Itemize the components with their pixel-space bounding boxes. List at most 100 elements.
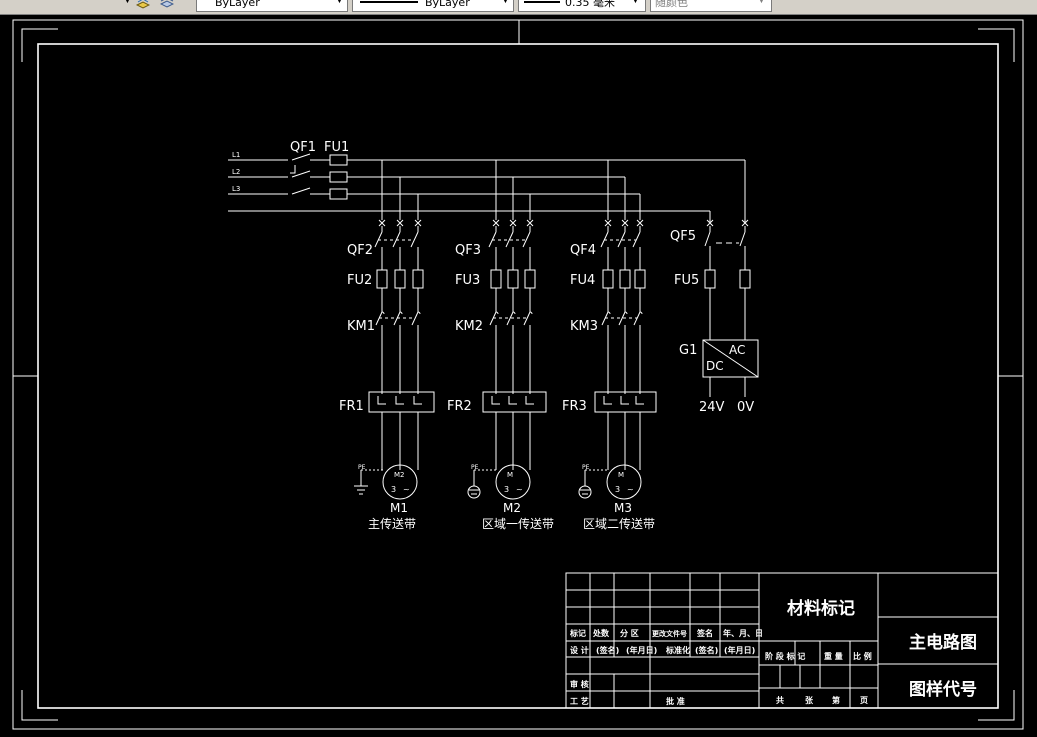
color-value: ByLayer xyxy=(215,0,260,9)
fuse xyxy=(394,269,406,289)
breaker-x-mark xyxy=(396,219,404,227)
motor-label: M3 xyxy=(614,501,632,515)
design-label: 设 计 xyxy=(570,645,589,655)
rev-header-sign: 签名 xyxy=(696,628,713,638)
wire-label-l3: L3 xyxy=(232,185,240,193)
thermal-element xyxy=(508,396,517,405)
wire-label-l1: L1 xyxy=(232,151,240,159)
0v-label: 0V xyxy=(737,400,754,415)
contactor-label: KM3 xyxy=(570,319,598,334)
breaker-x-mark xyxy=(378,219,386,227)
rev-header-count: 处数 xyxy=(592,628,610,638)
fuse-label: FU3 xyxy=(455,273,480,288)
breaker-contact xyxy=(410,231,419,248)
thermal-element xyxy=(491,396,500,405)
design-signature: (签名) xyxy=(596,645,619,655)
main-fuse-label: FU1 xyxy=(324,140,349,155)
fuse-label: FU4 xyxy=(570,273,595,288)
sheets-total-label: 共 xyxy=(776,695,784,705)
review-label: 审 核 xyxy=(570,679,589,689)
branch-3: QF4FU4KM3FR3M3 ~PEM3区域二传送带 xyxy=(562,219,657,531)
24v-label: 24V xyxy=(699,400,725,415)
motor-description: 主传送带 xyxy=(368,516,416,531)
contactor-contact xyxy=(411,311,419,326)
design-date: (年月日) xyxy=(626,645,657,655)
plotstyle-value: 随颜色 xyxy=(655,0,688,9)
thermal-element xyxy=(635,396,644,405)
pe-label: PE xyxy=(358,464,366,471)
fuse xyxy=(634,269,646,289)
breaker-label: QF2 xyxy=(347,243,373,258)
motor-tilde: ~ xyxy=(516,485,523,494)
rev-header-date: 年、月、日 xyxy=(723,628,763,638)
dropdown-arrow-icon[interactable]: ▼ xyxy=(124,0,131,5)
fu1-fuse-3 xyxy=(329,188,348,200)
fuse xyxy=(524,269,536,289)
branch-2: QF3 FU3 KM2 FR2 M 3 ~ PE M2区域一传送带 xyxy=(447,219,554,531)
g1-label: G1 xyxy=(679,343,697,358)
thermal-element xyxy=(377,396,386,405)
drawing-canvas[interactable]: L1 L2 L3 QF1 FU1 QF2 FU2 KM1 FR1 M2 3 ~ PE M1主传送… xyxy=(0,14,1037,737)
contactor-label: KM1 xyxy=(347,319,375,334)
chevron-down-icon[interactable]: ▼ xyxy=(632,0,639,5)
wire-labels: L1 L2 L3 xyxy=(232,151,240,193)
fu1-fuse-2 xyxy=(329,171,348,183)
motor-phase: 3 xyxy=(615,485,620,494)
ground-symbol xyxy=(467,485,481,499)
fuse-label: FU2 xyxy=(347,273,372,288)
material-mark: 材料标记 xyxy=(787,598,855,619)
sheet-no-label: 第 xyxy=(832,695,840,705)
plotstyle-select[interactable]: 随颜色 xyxy=(650,0,772,12)
wire-label-l2: L2 xyxy=(232,168,240,176)
thermal-element xyxy=(603,396,612,405)
motor-tilde: ~ xyxy=(627,485,634,494)
linetype-sample xyxy=(360,1,418,3)
fu1-fuse-1 xyxy=(329,154,348,166)
title-block-text: 标记 处数 分 区 更改文件号 签名 年、月、日 设 计 (签名) (年月日) … xyxy=(569,598,977,706)
breaker-x-mark xyxy=(621,219,629,227)
standardize-date: (年月日) xyxy=(724,645,755,655)
layer-state-icon[interactable] xyxy=(136,0,150,10)
thermal-element xyxy=(395,396,404,405)
motor-symbol: M xyxy=(507,471,513,479)
drawing-name: 主电路图 xyxy=(909,632,977,653)
sheets-unit-label: 张 xyxy=(805,696,814,705)
pe-label: PE xyxy=(471,464,479,471)
relay-label: FR3 xyxy=(562,399,587,414)
chevron-down-icon[interactable]: ▼ xyxy=(502,0,509,5)
drawing-code: 图样代号 xyxy=(909,679,977,700)
qf5-label: QF5 xyxy=(670,229,696,244)
thermal-element xyxy=(620,396,629,405)
stage-mark-label: 阶 段 标 记 xyxy=(765,651,805,661)
main-breaker-label: QF1 xyxy=(290,140,316,155)
supply-x-marks xyxy=(706,219,749,227)
relay-label: FR1 xyxy=(339,399,364,414)
dc-label: DC xyxy=(706,359,724,373)
motor-symbol: M xyxy=(618,471,624,479)
properties-toolbar: ▼ ByLayer ▼ ByLayer ▼ 0.35 毫米 ▼ 随颜色 ▼ xyxy=(0,0,1037,15)
standardize-signature: (签名) xyxy=(695,645,718,655)
layer-previous-icon[interactable] xyxy=(160,0,174,10)
weight-label: 重 量 xyxy=(824,651,843,661)
breaker-x-mark xyxy=(636,219,644,227)
fu5-label: FU5 xyxy=(674,273,699,288)
motor-symbol: M2 xyxy=(394,471,405,479)
contactor-label: KM2 xyxy=(455,319,483,334)
rev-header-zone: 分 区 xyxy=(620,628,639,638)
breaker-label: QF4 xyxy=(570,243,596,258)
fuse xyxy=(602,269,614,289)
overload-relay-box xyxy=(368,391,435,413)
lineweight-value: 0.35 毫米 xyxy=(565,0,615,9)
breaker-x-mark xyxy=(492,219,500,227)
feeder-lines xyxy=(228,153,746,222)
approve-label: 批 准 xyxy=(666,696,685,706)
breaker-x-mark xyxy=(509,219,517,227)
chevron-down-icon: ▼ xyxy=(758,0,765,5)
motor-phase: 3 xyxy=(391,485,396,494)
fu5-fuse-2 xyxy=(739,269,751,289)
ac-label: AC xyxy=(729,343,745,357)
power-supply-labels: QF5 FU5 G1 AC DC 24V 0V xyxy=(670,229,754,415)
chevron-down-icon[interactable]: ▼ xyxy=(336,0,343,5)
fuse xyxy=(490,269,502,289)
color-select[interactable]: ByLayer xyxy=(196,0,348,12)
